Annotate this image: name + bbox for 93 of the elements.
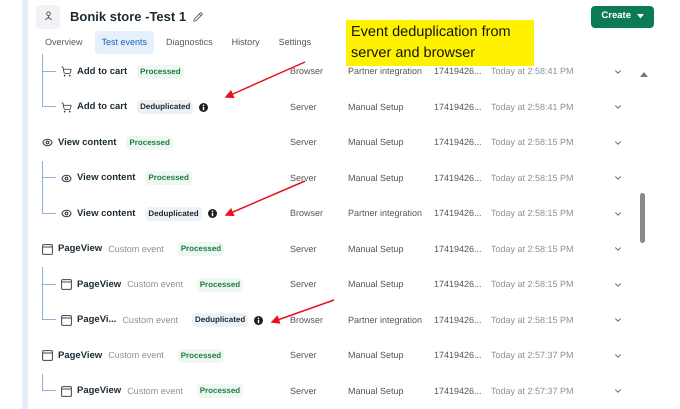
- create-button[interactable]: Create: [591, 6, 654, 28]
- source-cell-text: Server: [290, 242, 318, 256]
- event-id: 17419426...: [434, 172, 483, 184]
- status-badge: Processed: [196, 384, 244, 398]
- caret-icon: [637, 14, 644, 19]
- setup-cell-text: Manual Setup: [348, 100, 405, 114]
- event-id: 17419426...: [434, 65, 483, 78]
- source-cell-text: Server: [290, 100, 318, 114]
- event-type: Custom event: [127, 384, 183, 398]
- event-time: Today at 2:58:15 PM: [491, 172, 575, 185]
- event-id: 17419426...: [434, 349, 483, 362]
- event-name: Add to cart: [77, 64, 128, 79]
- setup-cell-text: Partner integration: [348, 207, 424, 220]
- eye-icon: [61, 208, 72, 220]
- network-icon: [42, 11, 54, 22]
- annotation-arrow: [270, 299, 334, 324]
- event-time: Today at 2:58:15 PM: [491, 278, 575, 291]
- source-cell-text: Server: [290, 278, 318, 291]
- event-name: PageView: [58, 348, 102, 363]
- setup-cell-text: Partner integration: [348, 65, 424, 78]
- cart-icon: [61, 66, 72, 78]
- event-type: Custom event: [108, 349, 164, 362]
- event-id: 17419426...: [434, 278, 483, 291]
- event-id: 17419426...: [434, 100, 483, 114]
- setup-cell-text: Manual Setup: [348, 136, 405, 149]
- status-badge: Deduplicated: [145, 206, 202, 221]
- status-badge: Processed: [145, 171, 192, 186]
- event-name: View content: [77, 206, 136, 221]
- source-cell-text: Server: [290, 136, 318, 149]
- event-id: 17419426...: [434, 314, 483, 326]
- event-type: Custom event: [127, 278, 183, 291]
- event-time: Today at 2:58:15 PM: [491, 207, 575, 220]
- event-name: PageView: [77, 384, 122, 398]
- info-icon[interactable]: [254, 316, 264, 325]
- info-icon[interactable]: [208, 209, 217, 218]
- event-name: View content: [58, 136, 116, 150]
- info-icon[interactable]: [199, 102, 208, 112]
- eye-icon: [61, 172, 72, 184]
- event-name: PageView: [77, 278, 122, 292]
- setup-cell-text: Partner integration: [348, 314, 424, 327]
- setup-cell-text: Manual Setup: [348, 172, 405, 185]
- event-time: Today at 2:58:15 PM: [491, 314, 575, 327]
- source-cell-text: Browser: [290, 207, 324, 220]
- setup-cell-text: Manual Setup: [348, 384, 405, 398]
- event-id: 17419426...: [434, 242, 483, 256]
- window-icon: [42, 244, 53, 255]
- source-cell-text: Browser: [290, 314, 324, 326]
- source-cell-text: Browser: [290, 65, 324, 78]
- tab[interactable]: Diagnostics: [159, 31, 220, 54]
- status-badge: Processed: [137, 64, 184, 79]
- event-name: View content: [77, 171, 136, 186]
- event-id: 17419426...: [434, 136, 483, 149]
- event-time: Today at 2:57:37 PM: [491, 349, 575, 362]
- window-icon: [42, 350, 53, 362]
- tab[interactable]: Overview: [38, 31, 90, 54]
- cart-icon: [61, 102, 72, 113]
- event-time: Today at 2:58:41 PM: [491, 100, 575, 114]
- status-badge: Processed: [196, 278, 244, 292]
- event-time: Today at 2:58:41 PM: [491, 65, 575, 78]
- event-name: PageView: [58, 242, 102, 256]
- event-type: Custom event: [122, 314, 178, 326]
- setup-cell-text: Manual Setup: [348, 242, 405, 256]
- tab[interactable]: History: [224, 31, 267, 54]
- event-type: Custom event: [108, 242, 164, 256]
- scrollbar-thumb[interactable]: [640, 193, 645, 243]
- tab[interactable]: Test events: [94, 31, 154, 54]
- event-name: Add to cart: [77, 100, 128, 114]
- edit-icon[interactable]: [193, 12, 204, 22]
- event-time: Today at 2:58:15 PM: [491, 136, 575, 149]
- eye-icon: [42, 137, 53, 148]
- event-name: PageVi...: [77, 313, 116, 328]
- event-id: 17419426...: [434, 207, 483, 220]
- status-badge: Processed: [126, 136, 173, 150]
- scroll-up-icon[interactable]: [640, 72, 648, 77]
- event-time: Today at 2:58:15 PM: [491, 242, 575, 256]
- window-icon: [61, 314, 72, 326]
- window-icon: [61, 279, 72, 290]
- annotation-callout: Event deduplication from server and browser: [346, 20, 534, 66]
- status-badge: Processed: [178, 242, 224, 256]
- event-time: Today at 2:57:37 PM: [491, 384, 575, 398]
- status-badge: Deduplicated: [137, 100, 194, 114]
- setup-cell-text: Manual Setup: [348, 278, 405, 291]
- setup-cell-text: Manual Setup: [348, 349, 405, 362]
- tree-line: [42, 374, 56, 392]
- source-cell-text: Server: [290, 349, 318, 362]
- window-icon: [61, 386, 72, 397]
- event-id: 17419426...: [434, 384, 483, 398]
- source-cell-text: Server: [290, 172, 318, 184]
- source-cell-text: Server: [290, 384, 318, 398]
- status-badge: Processed: [178, 348, 224, 363]
- tab[interactable]: Settings: [272, 31, 318, 54]
- status-badge: Deduplicated: [192, 313, 248, 328]
- window-title: Bonik store -Test 1: [70, 8, 186, 26]
